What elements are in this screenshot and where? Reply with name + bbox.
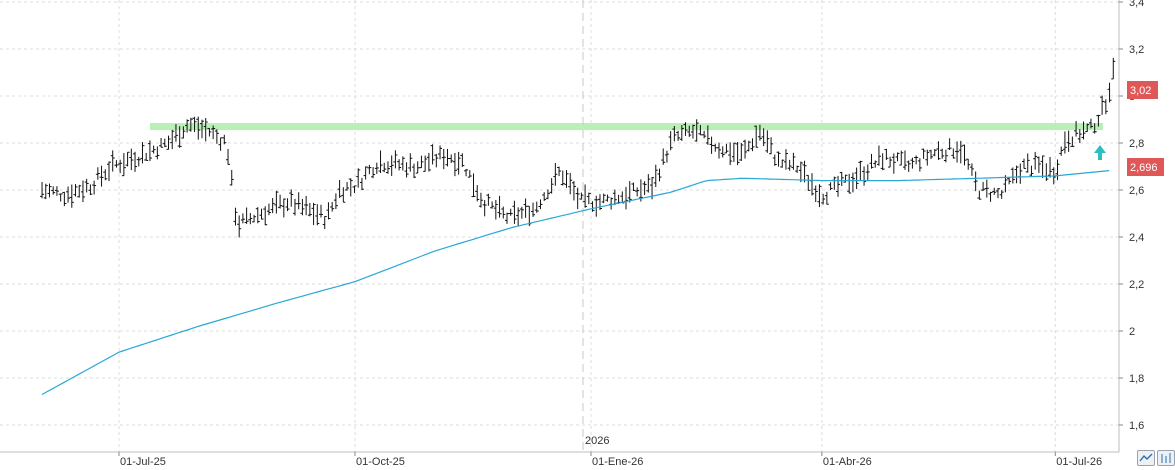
x-tick-label: 01-Oct-25: [356, 456, 405, 468]
y-tick-label: 2,8: [1129, 138, 1144, 150]
ma-value-badge: 2,696: [1127, 158, 1164, 176]
y-tick-label: 1,6: [1129, 420, 1144, 432]
y-tick-label: 2,2: [1129, 279, 1144, 291]
last-price-badge: 3,02: [1120, 81, 1158, 99]
y-tick-label: 2,6: [1129, 185, 1144, 197]
y-tick-label: 1,8: [1129, 373, 1144, 385]
moving-average-line: [41, 170, 1110, 396]
x-tick-label: 01-Jul-25: [120, 456, 166, 468]
x-tick-label: 01-Abr-26: [823, 456, 872, 468]
last-price-label: 3,02: [1130, 85, 1151, 97]
ma-value-label: 2,696: [1130, 162, 1158, 174]
resistance-line: [150, 123, 1103, 131]
x-tick-label: 01-Ene-26: [592, 456, 643, 468]
y-tick-label: 2: [1129, 326, 1135, 338]
price-chart: 2026 1,61,822,22,42,62,833,23,4 01-Jul-2…: [0, 0, 1164, 468]
year-label: 2026: [585, 435, 609, 447]
y-tick-label: 3,2: [1129, 44, 1144, 56]
y-tick-label: 2,4: [1129, 232, 1144, 244]
line-chart-icon[interactable]: [1137, 450, 1155, 466]
y-axis-ticks: 1,61,822,22,42,62,833,23,4: [1119, 0, 1144, 432]
up-arrow-icon: [1094, 145, 1106, 160]
ohlc-bars: [40, 57, 1116, 238]
x-tick-label: 01-Jul-26: [1056, 456, 1102, 468]
grid: [0, 0, 1119, 452]
y-tick-label: 3,4: [1129, 0, 1144, 9]
x-axis-ticks: 01-Jul-25 01-Oct-25 01-Ene-26 01-Abr-26 01-J…: [118, 452, 1102, 468]
bar-chart-icon[interactable]: [1157, 450, 1175, 466]
